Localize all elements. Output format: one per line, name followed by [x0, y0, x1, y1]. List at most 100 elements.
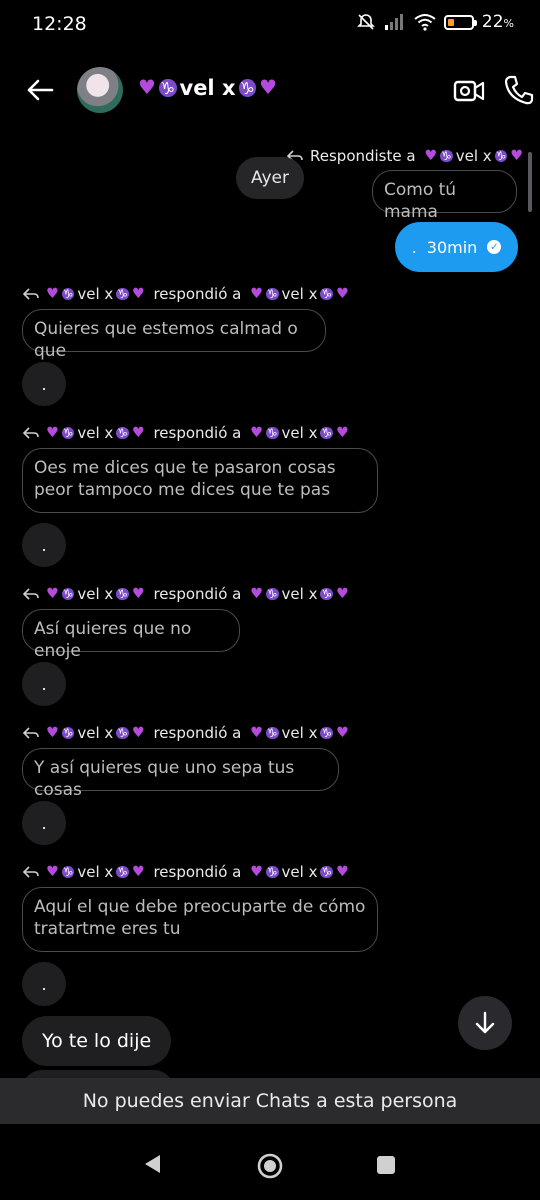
purple-heart-icon: ♥: [131, 285, 145, 302]
quoted-message[interactable]: Quieres que estemos calmad o que: [22, 309, 326, 361]
sent-message[interactable]: . 30min ✓: [395, 222, 518, 272]
nav-back-icon[interactable]: [142, 1153, 162, 1175]
received-message[interactable]: .: [22, 523, 66, 567]
reply-arrow-icon: [22, 588, 39, 600]
purple-heart-icon: ♥: [259, 75, 277, 100]
purple-heart-icon: ♥: [250, 424, 263, 441]
purple-heart-icon: ♥: [250, 863, 263, 880]
purple-heart-icon: ♥: [336, 863, 349, 880]
purple-heart-icon: ♥: [131, 585, 145, 602]
reply-label: ♥ ♑ vel x ♑ ♥ respondió a ♥ ♑ vel x ♑ ♥: [22, 285, 349, 303]
capricorn-icon: ♑: [320, 865, 334, 879]
quoted-message[interactable]: Así quieres que no enoje: [22, 609, 240, 661]
capricorn-icon: ♑: [116, 865, 129, 879]
capricorn-icon: ♑: [265, 287, 279, 301]
nav-recents-icon[interactable]: [376, 1155, 396, 1175]
capricorn-icon: ♑: [158, 77, 177, 98]
status-time: 12:28: [32, 13, 87, 35]
purple-heart-icon: ♥: [424, 147, 438, 164]
reply-text: respondió a: [153, 285, 242, 303]
capricorn-icon: ♑: [61, 587, 75, 601]
purple-heart-icon: ♥: [131, 424, 145, 441]
purple-heart-icon: ♥: [46, 585, 59, 602]
capricorn-icon: ♑: [440, 149, 453, 163]
received-message[interactable]: Yo te lo dije: [22, 1016, 172, 1066]
header-title[interactable]: ♥ ♑ vel x ♑ ♥: [138, 76, 277, 100]
wifi-icon: [414, 14, 436, 31]
phone-call-icon[interactable]: [503, 74, 535, 106]
capricorn-icon: ♑: [320, 426, 334, 440]
reply-arrow-icon: [22, 866, 39, 878]
back-arrow-icon[interactable]: [24, 74, 56, 106]
my-reply-label: Respondiste a ♥ ♑ vel x ♑ ♥: [286, 147, 523, 165]
purple-heart-icon: ♥: [138, 75, 156, 100]
capricorn-icon: ♑: [116, 426, 129, 440]
capricorn-icon: ♑: [61, 865, 75, 879]
arrow-down-icon: [475, 1011, 495, 1034]
system-nav-bar: [0, 1125, 540, 1200]
scrollbar[interactable]: [528, 152, 532, 212]
capricorn-icon: ♑: [116, 726, 129, 740]
reply-arrow-icon: [22, 427, 39, 439]
read-check-icon: ✓: [487, 240, 502, 254]
reply-arrow-icon: [22, 288, 39, 300]
capricorn-icon: ♑: [61, 726, 75, 740]
reply-text: Respondiste a: [310, 147, 416, 165]
purple-heart-icon: ♥: [336, 585, 349, 602]
reply-user-name: vel x: [281, 863, 318, 881]
capricorn-icon: ♑: [116, 587, 129, 601]
scroll-to-bottom-button[interactable]: [458, 996, 512, 1050]
capricorn-icon: ♑: [320, 587, 334, 601]
battery-icon: [443, 14, 477, 30]
capricorn-icon: ♑: [320, 726, 334, 740]
received-message[interactable]: .: [22, 662, 66, 706]
received-message[interactable]: .: [22, 801, 66, 845]
video-call-icon[interactable]: [453, 77, 485, 105]
purple-heart-icon: ♥: [510, 147, 524, 164]
reply-label: ♥ ♑ vel x ♑ ♥ respondió a ♥ ♑ vel x ♑ ♥: [22, 724, 349, 742]
reply-text: respondió a: [153, 424, 242, 442]
received-message[interactable]: .: [22, 962, 66, 1006]
signal-icon: [384, 14, 403, 30]
capricorn-icon: ♑: [320, 287, 334, 301]
received-message[interactable]: .: [22, 362, 66, 406]
reply-label: ♥ ♑ vel x ♑ ♥ respondió a ♥ ♑ vel x ♑ ♥: [22, 863, 349, 881]
capricorn-icon: ♑: [265, 865, 279, 879]
purple-heart-icon: ♥: [250, 285, 263, 302]
purple-heart-icon: ♥: [250, 724, 263, 741]
reply-arrow-icon: [22, 727, 39, 739]
purple-heart-icon: ♥: [131, 724, 145, 741]
capricorn-icon: ♑: [494, 149, 508, 163]
purple-heart-icon: ♥: [250, 585, 263, 602]
capricorn-icon: ♑: [265, 587, 279, 601]
purple-heart-icon: ♥: [46, 285, 59, 302]
quoted-message[interactable]: Como tú mama: [372, 170, 517, 222]
reply-text: respondió a: [153, 585, 242, 603]
avatar[interactable]: [77, 67, 123, 113]
reply-label: ♥ ♑ vel x ♑ ♥ respondió a ♥ ♑ vel x ♑ ♥: [22, 424, 349, 442]
quoted-message[interactable]: Y así quieres que uno sepa tus cosas: [22, 748, 339, 800]
reply-label: ♥ ♑ vel x ♑ ♥ respondió a ♥ ♑ vel x ♑ ♥: [22, 585, 349, 603]
purple-heart-icon: ♥: [336, 424, 349, 441]
quoted-message[interactable]: Aquí el que debe preocuparte de cómo tra…: [22, 887, 378, 952]
purple-heart-icon: ♥: [131, 863, 145, 880]
day-separator: Ayer: [236, 157, 304, 199]
capricorn-icon: ♑: [116, 287, 129, 301]
reply-user-name: vel x: [77, 863, 114, 881]
purple-heart-icon: ♥: [336, 724, 349, 741]
purple-heart-icon: ♥: [46, 424, 59, 441]
reply-user-name: vel x: [281, 724, 318, 742]
reply-user-name: vel x: [281, 285, 318, 303]
capricorn-icon: ♑: [238, 77, 257, 98]
capricorn-icon: ♑: [265, 426, 279, 440]
reply-user-name: vel x: [77, 285, 114, 303]
header-name-text: vel x: [179, 76, 236, 100]
nav-home-icon[interactable]: [256, 1152, 284, 1180]
mute-icon: [356, 14, 375, 30]
reply-text: respondió a: [153, 863, 242, 881]
purple-heart-icon: ♥: [46, 863, 59, 880]
quoted-message[interactable]: Oes me dices que te pasaron cosas peor t…: [22, 448, 378, 513]
reply-user-name: vel x: [281, 585, 318, 603]
cannot-send-notice: No puedes enviar Chats a esta persona: [0, 1078, 540, 1124]
reply-user-name: vel x: [281, 424, 318, 442]
